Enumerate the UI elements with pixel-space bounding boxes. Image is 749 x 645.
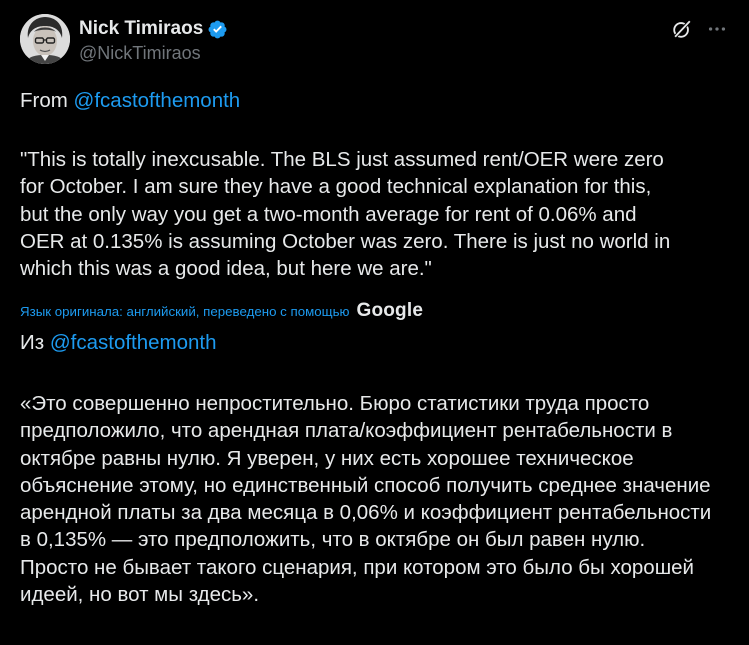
- quote-line-translated: в 0,135% — это предположить, что в октяб…: [20, 528, 646, 552]
- quote-line-translated: идеей, но вот мы здесь».: [20, 583, 260, 607]
- from-prefix-translated: Из: [20, 331, 50, 354]
- tweet-quote-original: "This is totally inexcusable. The BLS ju…: [20, 146, 732, 282]
- avatar[interactable]: [20, 14, 70, 64]
- more-icon[interactable]: [705, 18, 729, 40]
- quote-line-translated: «Это совершенно непростительно. Бюро ста…: [20, 392, 650, 415]
- translation-attribution[interactable]: Язык оригинала: английский, переведено с…: [20, 297, 423, 325]
- quote-line-translated: октябре равны нулю. Я уверен, у них есть…: [20, 446, 634, 470]
- verified-badge-icon[interactable]: [207, 19, 228, 40]
- quote-line: for October. I am sure they have a good …: [20, 175, 652, 199]
- author-info: Nick Timiraos @NickTimiraos: [79, 18, 228, 65]
- quote-line: OER at 0.135% is assuming October was ze…: [20, 229, 671, 253]
- tweet-quote-translated: «Это совершенно непростительно. Бюро ста…: [20, 390, 732, 608]
- avatar-portrait-icon: [20, 14, 70, 64]
- quote-line-translated: предположило, что арендная плата/коэффиц…: [20, 419, 673, 443]
- mention-link-translated[interactable]: @fcastofthemonth: [50, 331, 217, 354]
- tweet: Nick Timiraos @NickTimiraos From @fcasto…: [0, 0, 749, 645]
- quote-line: which this was a good idea, but here we …: [20, 257, 432, 281]
- tweet-from-line: From @fcastofthemonth: [20, 87, 732, 114]
- google-logo: Google: [356, 300, 424, 321]
- tweet-actions: [671, 18, 729, 40]
- author-name[interactable]: Nick Timiraos: [79, 18, 203, 40]
- translation-note[interactable]: Язык оригинала: английский, переведено с…: [20, 304, 349, 319]
- quote-line: "This is totally inexcusable. The BLS ju…: [20, 148, 664, 171]
- grok-icon[interactable]: [671, 18, 693, 40]
- mention-link[interactable]: @fcastofthemonth: [74, 89, 241, 112]
- quote-line-translated: арендной платы за два месяца в 0,06% и к…: [20, 501, 712, 525]
- tweet-header: Nick Timiraos @NickTimiraos: [20, 14, 729, 70]
- quote-line: but the only way you get a two-month ave…: [20, 202, 637, 226]
- quote-line-translated: объяснение этому, но единственный способ…: [20, 473, 711, 497]
- quote-line-translated: Просто не бывает такого сценария, при ко…: [20, 555, 694, 579]
- author-handle[interactable]: @NickTimiraos: [79, 41, 228, 65]
- from-prefix: From: [20, 89, 74, 112]
- tweet-from-line-translated: Из @fcastofthemonth: [20, 329, 732, 356]
- author-name-row: Nick Timiraos: [79, 18, 228, 40]
